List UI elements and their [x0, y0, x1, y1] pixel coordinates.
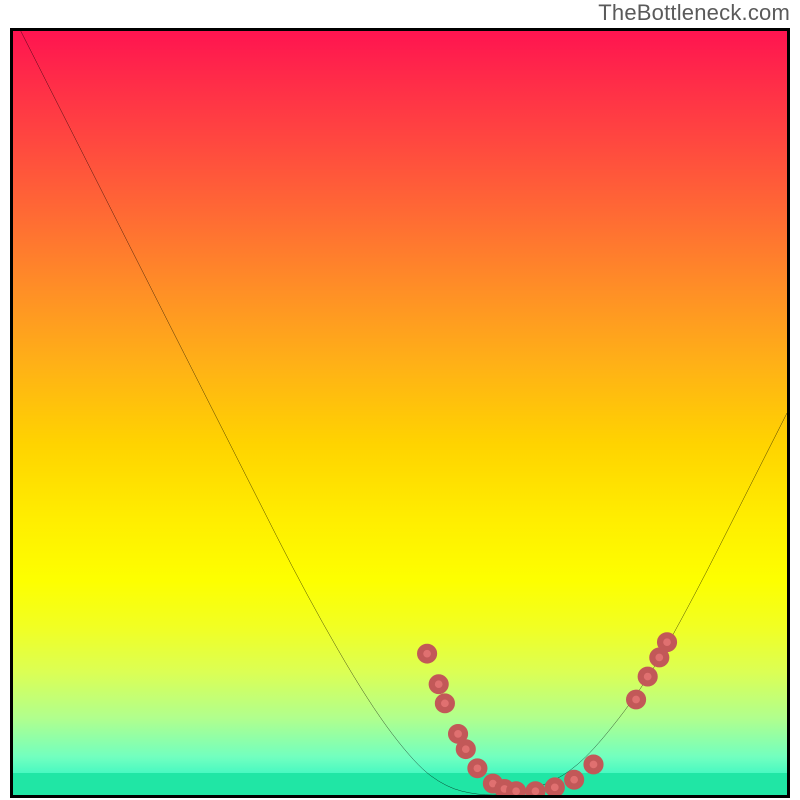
plot-border [10, 28, 790, 798]
attribution-text: TheBottleneck.com [598, 0, 790, 26]
plot-area [10, 28, 790, 798]
chart-container: TheBottleneck.com [0, 0, 800, 800]
